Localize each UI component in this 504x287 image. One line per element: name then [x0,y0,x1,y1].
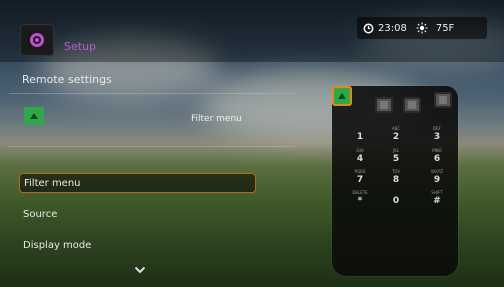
clock-time: 23:08 [378,22,407,34]
remote-key: MNO 6 [427,148,447,164]
sun-icon [416,22,428,34]
remote-key-digit: 3 [433,132,441,142]
remote-key: ABC 2 [386,126,406,142]
app-title: Setup [64,40,97,53]
remote-key: 0 [386,190,406,206]
divider [9,146,294,147]
remote-key-digit: * [357,196,363,206]
remote-key: SHIFT # [427,190,447,206]
status-bar: 23:08 75F [357,17,487,39]
remote-key-digit: 8 [392,175,400,185]
clock-icon [363,23,374,33]
chevron-down-icon[interactable] [134,266,146,274]
remote-key: PQRS 7 [350,169,370,185]
remote-key-digit: # [433,196,441,206]
remote-green-key [332,86,352,106]
remote-key: JKL 5 [386,148,406,164]
menu-item-display-mode[interactable]: Display mode [19,236,256,256]
green-button-icon[interactable] [24,107,44,125]
remote-key: DELETE * [350,190,370,206]
remote-key-digit: 0 [392,196,400,206]
setup-screen: Setup 23:08 75F Remote settings Filter m… [0,0,504,287]
remote-key: WXYZ 9 [427,169,447,185]
section-title: Remote settings [22,73,112,86]
divider [9,93,294,94]
settings-icon [20,24,54,56]
menu-item-source[interactable]: Source [19,205,256,225]
remote-key-digit: 7 [356,175,364,185]
remote-key: DEF 3 [427,126,447,142]
remote-gray-key [375,97,393,113]
remote-key: TUV 8 [386,169,406,185]
remote-key: GHI 4 [350,148,370,164]
remote-key-digit: 9 [433,175,441,185]
remote-key-digit: 6 [433,154,441,164]
temperature: 75F [435,22,455,34]
menu-item-filter-menu[interactable]: Filter menu [19,173,256,193]
remote-key-digit: 5 [392,154,400,164]
remote-key-digit: 2 [392,132,400,142]
remote-gray-key [434,92,452,108]
remote-button-value: Filter menu [191,114,242,124]
remote-gray-key [403,97,421,113]
remote-key-digit: 4 [356,154,364,164]
remote-control-image: 1 ABC 2 DEF 3 GHI 4 JKL 5 MNO 6 PQRS 7 TUV 8 WXYZ 9 DELET… [332,86,458,276]
remote-key-digit: 1 [356,132,364,142]
remote-key: 1 [350,126,370,142]
